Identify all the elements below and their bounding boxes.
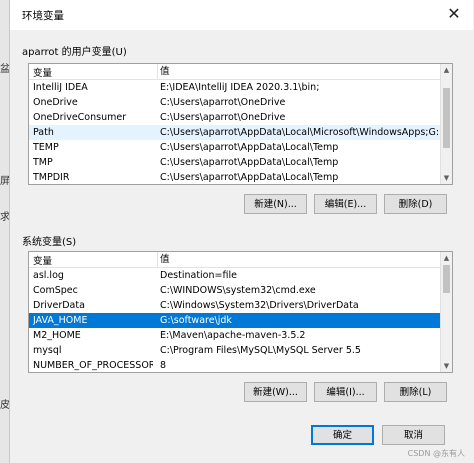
system-variables-list[interactable]: 变量 值 asl.log Destination=file ComSpec C:\WI… xyxy=(28,251,453,373)
dialog-title: 环境变量 xyxy=(22,10,64,22)
scroll-thumb[interactable] xyxy=(443,265,450,293)
variable-value: G:\software\jdk xyxy=(160,315,232,326)
variable-name: JAVA_HOME xyxy=(33,315,88,326)
system-variables-label: 系统变量(S) xyxy=(22,237,77,248)
system-delete-button[interactable]: 删除(L) xyxy=(384,382,447,402)
user-delete-button[interactable]: 删除(D) xyxy=(384,194,447,214)
column-header-value[interactable]: 值 xyxy=(157,252,170,267)
user-variables-label: aparrot 的用户变量(U) xyxy=(22,47,127,58)
list-item[interactable]: M2_HOME E:\Maven\apache-maven-3.5.2 xyxy=(29,328,440,343)
variable-value: C:\WINDOWS\system32\cmd.exe xyxy=(160,285,316,296)
list-item[interactable]: TMP C:\Users\aparrot\AppData\Local\Temp xyxy=(29,155,440,170)
list-item[interactable]: IntelliJ IDEA E:\IDEA\IntelliJ IDEA 2020.… xyxy=(29,80,440,95)
list-item[interactable]: Path C:\Users\aparrot\AppData\Local\Micro… xyxy=(29,125,440,140)
user-list-scrollbar[interactable]: ▲ ▼ xyxy=(440,64,452,184)
user-variable-rows: IntelliJ IDEA E:\IDEA\IntelliJ IDEA 2020.… xyxy=(29,80,440,184)
variable-name: IntelliJ IDEA xyxy=(33,82,88,93)
list-item[interactable]: JAVA_HOME G:\software\jdk xyxy=(29,313,440,328)
user-variables-list[interactable]: 变量 值 IntelliJ IDEA E:\IDEA\IntelliJ IDEA … xyxy=(28,63,453,185)
variable-value: E:\IDEA\IntelliJ IDEA 2020.3.1\bin; xyxy=(160,82,320,93)
list-item[interactable]: NUMBER_OF_PROCESSORS 8 xyxy=(29,358,440,372)
user-edit-button[interactable]: 编辑(E)... xyxy=(314,194,377,214)
column-header-variable[interactable]: 变量 xyxy=(33,65,52,79)
scroll-thumb[interactable] xyxy=(443,88,450,148)
variable-value: C:\Program Files\MySQL\MySQL Server 5.5 xyxy=(160,345,361,356)
variable-value: C:\Users\aparrot\AppData\Local\Microsoft… xyxy=(160,127,438,138)
column-header-value[interactable]: 值 xyxy=(157,64,170,79)
scroll-down-icon[interactable]: ▼ xyxy=(441,172,452,184)
column-header-variable[interactable]: 变量 xyxy=(33,253,52,267)
system-list-scrollbar[interactable]: ▲ ▼ xyxy=(440,252,452,372)
variable-value: C:\Users\aparrot\AppData\Local\Temp xyxy=(160,142,339,153)
scroll-down-icon[interactable]: ▼ xyxy=(441,360,452,372)
ok-button[interactable]: 确定 xyxy=(311,425,374,445)
scroll-up-icon[interactable]: ▲ xyxy=(441,252,452,264)
variable-name: TMP xyxy=(33,157,53,168)
variable-name: DriverData xyxy=(33,300,85,311)
variable-name: mysql xyxy=(33,345,62,356)
user-list-header: 变量 值 xyxy=(29,64,440,80)
variable-name: asl.log xyxy=(33,270,64,281)
scroll-up-icon[interactable]: ▲ xyxy=(441,64,452,76)
list-item[interactable]: mysql C:\Program Files\MySQL\MySQL Server… xyxy=(29,343,440,358)
variable-value: E:\Maven\apache-maven-3.5.2 xyxy=(160,330,306,341)
list-item[interactable]: OneDriveConsumer C:\Users\aparrot\OneDriv… xyxy=(29,110,440,125)
variable-name: NUMBER_OF_PROCESSORS xyxy=(33,360,153,371)
variable-value: C:\Windows\System32\Drivers\DriverData xyxy=(160,300,359,311)
variable-value: C:\Users\aparrot\OneDrive xyxy=(160,97,286,108)
system-new-button[interactable]: 新建(W)... xyxy=(244,382,307,402)
variable-name: Path xyxy=(33,127,54,138)
list-item[interactable]: TEMP C:\Users\aparrot\AppData\Local\Temp xyxy=(29,140,440,155)
environment-variables-dialog: 环境变量 ✕ aparrot 的用户变量(U) 变量 值 IntelliJ ID… xyxy=(9,0,473,463)
variable-name: OneDrive xyxy=(33,97,78,108)
variable-value: Destination=file xyxy=(160,270,237,281)
variable-value: 8 xyxy=(160,360,167,371)
variable-name: M2_HOME xyxy=(33,330,81,341)
variable-name: TEMP xyxy=(33,142,59,153)
list-item[interactable]: DriverData C:\Windows\System32\Drivers\Dr… xyxy=(29,298,440,313)
list-item[interactable]: ComSpec C:\WINDOWS\system32\cmd.exe xyxy=(29,283,440,298)
user-new-button[interactable]: 新建(N)... xyxy=(244,194,307,214)
list-item[interactable]: asl.log Destination=file xyxy=(29,268,440,283)
variable-name: TMPDIR xyxy=(33,172,70,183)
variable-value: C:\Users\aparrot\AppData\Local\Temp xyxy=(160,157,339,168)
cancel-button[interactable]: 取消 xyxy=(382,425,445,445)
variable-name: ComSpec xyxy=(33,285,78,296)
system-list-header: 变量 值 xyxy=(29,252,440,268)
watermark: CSDN @东有人 xyxy=(407,449,465,458)
system-variable-rows: asl.log Destination=file ComSpec C:\WINDOWS… xyxy=(29,268,440,372)
system-edit-button[interactable]: 编辑(I)... xyxy=(314,382,377,402)
list-item[interactable]: OneDrive C:\Users\aparrot\OneDrive xyxy=(29,95,440,110)
close-icon[interactable]: ✕ xyxy=(445,5,463,23)
variable-name: OneDriveConsumer xyxy=(33,112,127,123)
list-item[interactable]: TMPDIR C:\Users\aparrot\AppData\Local\Tem… xyxy=(29,170,440,184)
variable-value: C:\Users\aparrot\AppData\Local\Temp xyxy=(160,172,339,183)
variable-value: C:\Users\aparrot\OneDrive xyxy=(160,112,286,123)
title-bar[interactable]: 环境变量 ✕ xyxy=(10,0,473,30)
